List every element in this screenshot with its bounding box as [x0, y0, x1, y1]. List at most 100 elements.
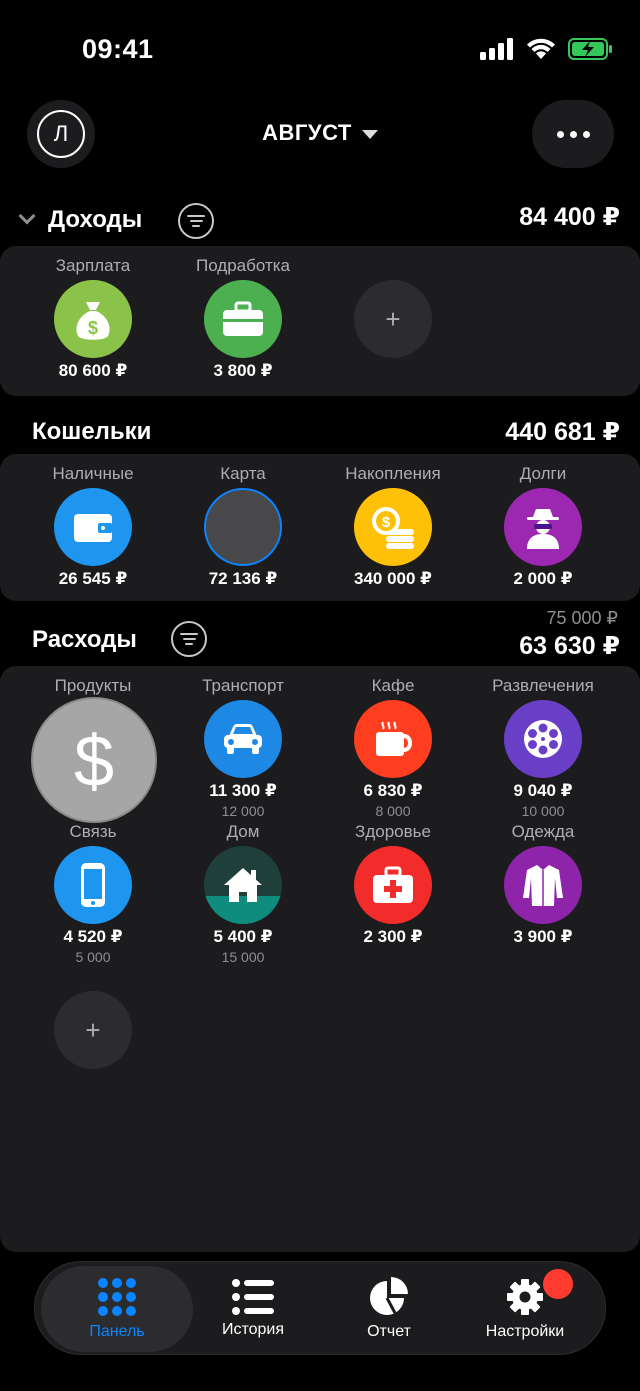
tile-amount: 80 600 ₽: [58, 361, 128, 380]
tab-label: Панель: [89, 1323, 145, 1340]
tile-amount: 2 300 ₽: [363, 927, 423, 946]
ellipsis-dot: [569, 130, 577, 138]
tile-label: Здоровье: [355, 822, 431, 841]
film-reel-icon: [504, 700, 582, 778]
car-icon: [204, 700, 282, 778]
tile-amount: 340 000 ₽: [353, 569, 432, 588]
house-icon: [204, 846, 282, 924]
first-aid-icon: [354, 846, 432, 924]
tab-label: История: [221, 1321, 285, 1338]
notification-badge: [543, 1269, 573, 1299]
tab-dashboard[interactable]: Панель: [41, 1266, 193, 1352]
add-expense-button[interactable]: +: [18, 991, 168, 1069]
svg-text:$: $: [88, 318, 98, 338]
income-item-side-job[interactable]: Подработка 3 800 ₽: [168, 254, 318, 382]
wallets-total: 440 681 ₽: [505, 418, 620, 446]
battery-charging-icon: [568, 38, 612, 60]
expense-item-communication[interactable]: Связь 4 520 ₽ 5 000: [18, 820, 168, 966]
income-item-salary[interactable]: Зарплата $ 80 600 ₽: [18, 254, 168, 382]
tile-amount: 4 520 ₽: [63, 927, 123, 946]
status-time: 09:41: [82, 34, 154, 64]
expense-item-entertainment[interactable]: Развлечения 9 040 ₽ 10 000: [468, 674, 618, 820]
pie-chart-icon: [370, 1277, 408, 1315]
tile-amount: 3 900 ₽: [513, 927, 573, 946]
dragged-category-bubble[interactable]: $: [31, 697, 157, 823]
tile-budget: 10 000: [521, 803, 565, 819]
status-icons: [480, 38, 614, 60]
plus-icon: +: [54, 991, 132, 1069]
wallet-item-card[interactable]: Карта 72 136 ₽: [168, 462, 318, 590]
income-panel: Зарплата $ 80 600 ₽ Подработка 3 800 ₽ +: [0, 246, 640, 396]
tile-label: Долги: [519, 464, 567, 483]
tile-label: Подработка: [196, 256, 290, 275]
plus-icon: +: [354, 280, 432, 358]
tile-label: Дом: [226, 822, 260, 841]
tile-amount: 6 830 ₽: [363, 781, 423, 800]
tile-label: Кафе: [371, 676, 415, 695]
cellular-signal-icon: [480, 38, 513, 60]
tile-amount: 5 400 ₽: [213, 927, 273, 946]
tile-label: Продукты: [54, 676, 132, 695]
wallet-item-debts[interactable]: Долги 2 000 ₽: [468, 462, 618, 590]
ellipsis-dot: [556, 130, 564, 138]
tile-label: Наличные: [52, 464, 134, 483]
tile-label: Накопления: [345, 464, 441, 483]
month-label: АВГУСТ: [262, 120, 352, 145]
tile-budget: 8 000: [375, 803, 411, 819]
expense-item-cafe[interactable]: Кафе 6 830 ₽ 8 000: [318, 674, 468, 820]
list-icon: [232, 1279, 274, 1315]
tab-label: Настройки: [485, 1323, 565, 1340]
tile-amount: 2 000 ₽: [513, 569, 573, 588]
svg-text:$: $: [74, 722, 114, 800]
tile-label: Карта: [220, 464, 266, 483]
more-options-button[interactable]: [532, 100, 614, 168]
wallets-title: Кошельки: [32, 418, 152, 445]
expenses-budget-total: 75 000 ₽: [546, 608, 618, 628]
expense-item-health[interactable]: Здоровье 2 300 ₽: [318, 820, 468, 948]
tile-label: Одежда: [511, 822, 575, 841]
tile-amount: 26 545 ₽: [58, 569, 128, 588]
tab-label: Отчет: [367, 1323, 411, 1340]
tile-label: Развлечения: [492, 676, 594, 695]
expense-item-groceries[interactable]: Продукты: [18, 674, 168, 698]
tab-settings[interactable]: Настройки: [449, 1266, 601, 1352]
ellipsis-dot: [582, 130, 590, 138]
collapse-chevron-icon[interactable]: [18, 207, 36, 225]
dollar-drag-icon: $: [74, 722, 114, 800]
income-filter-button[interactable]: [178, 203, 214, 239]
wallet-icon: [54, 488, 132, 566]
income-title: Доходы: [48, 206, 143, 233]
tab-bar: Панель История Отчет Настройки: [34, 1261, 606, 1355]
income-total: 84 400 ₽: [519, 203, 620, 231]
tile-amount: 3 800 ₽: [213, 361, 273, 380]
tile-label: Связь: [69, 822, 117, 841]
tile-amount: 9 040 ₽: [513, 781, 573, 800]
shirt-icon: [504, 846, 582, 924]
expenses-filter-button[interactable]: [171, 621, 207, 657]
tab-report[interactable]: Отчет: [313, 1266, 465, 1352]
caret-down-icon: [361, 129, 378, 139]
expenses-total: 63 630 ₽: [519, 632, 620, 660]
svg-text:$: $: [382, 514, 391, 531]
expenses-title: Расходы: [32, 626, 137, 653]
tile-budget: 15 000: [221, 949, 265, 965]
wallet-item-savings[interactable]: Накопления $ 340 000 ₽: [318, 462, 468, 590]
grid-icon: [98, 1278, 136, 1316]
briefcase-icon: [204, 280, 282, 358]
expense-item-clothing[interactable]: Одежда 3 900 ₽: [468, 820, 618, 948]
tile-budget: 12 000: [221, 803, 265, 819]
card-placeholder-icon: [204, 488, 282, 566]
expense-item-transport[interactable]: Транспорт 11 300 ₽ 12 000: [168, 674, 318, 820]
spy-icon: [504, 488, 582, 566]
tab-history[interactable]: История: [177, 1266, 329, 1352]
tile-label: Транспорт: [202, 676, 284, 695]
expense-item-home[interactable]: Дом 5 400 ₽ 15 000: [168, 820, 318, 966]
money-bag-icon: $: [54, 280, 132, 358]
phone-icon: [54, 846, 132, 924]
add-income-button[interactable]: +: [318, 280, 468, 358]
gear-icon: [507, 1279, 543, 1315]
coins-icon: $: [354, 488, 432, 566]
wallets-panel: Наличные 26 545 ₽ Карта 72 136 ₽ Накопле…: [0, 454, 640, 601]
wallet-item-cash[interactable]: Наличные 26 545 ₽: [18, 462, 168, 590]
tile-amount: 11 300 ₽: [209, 781, 277, 800]
